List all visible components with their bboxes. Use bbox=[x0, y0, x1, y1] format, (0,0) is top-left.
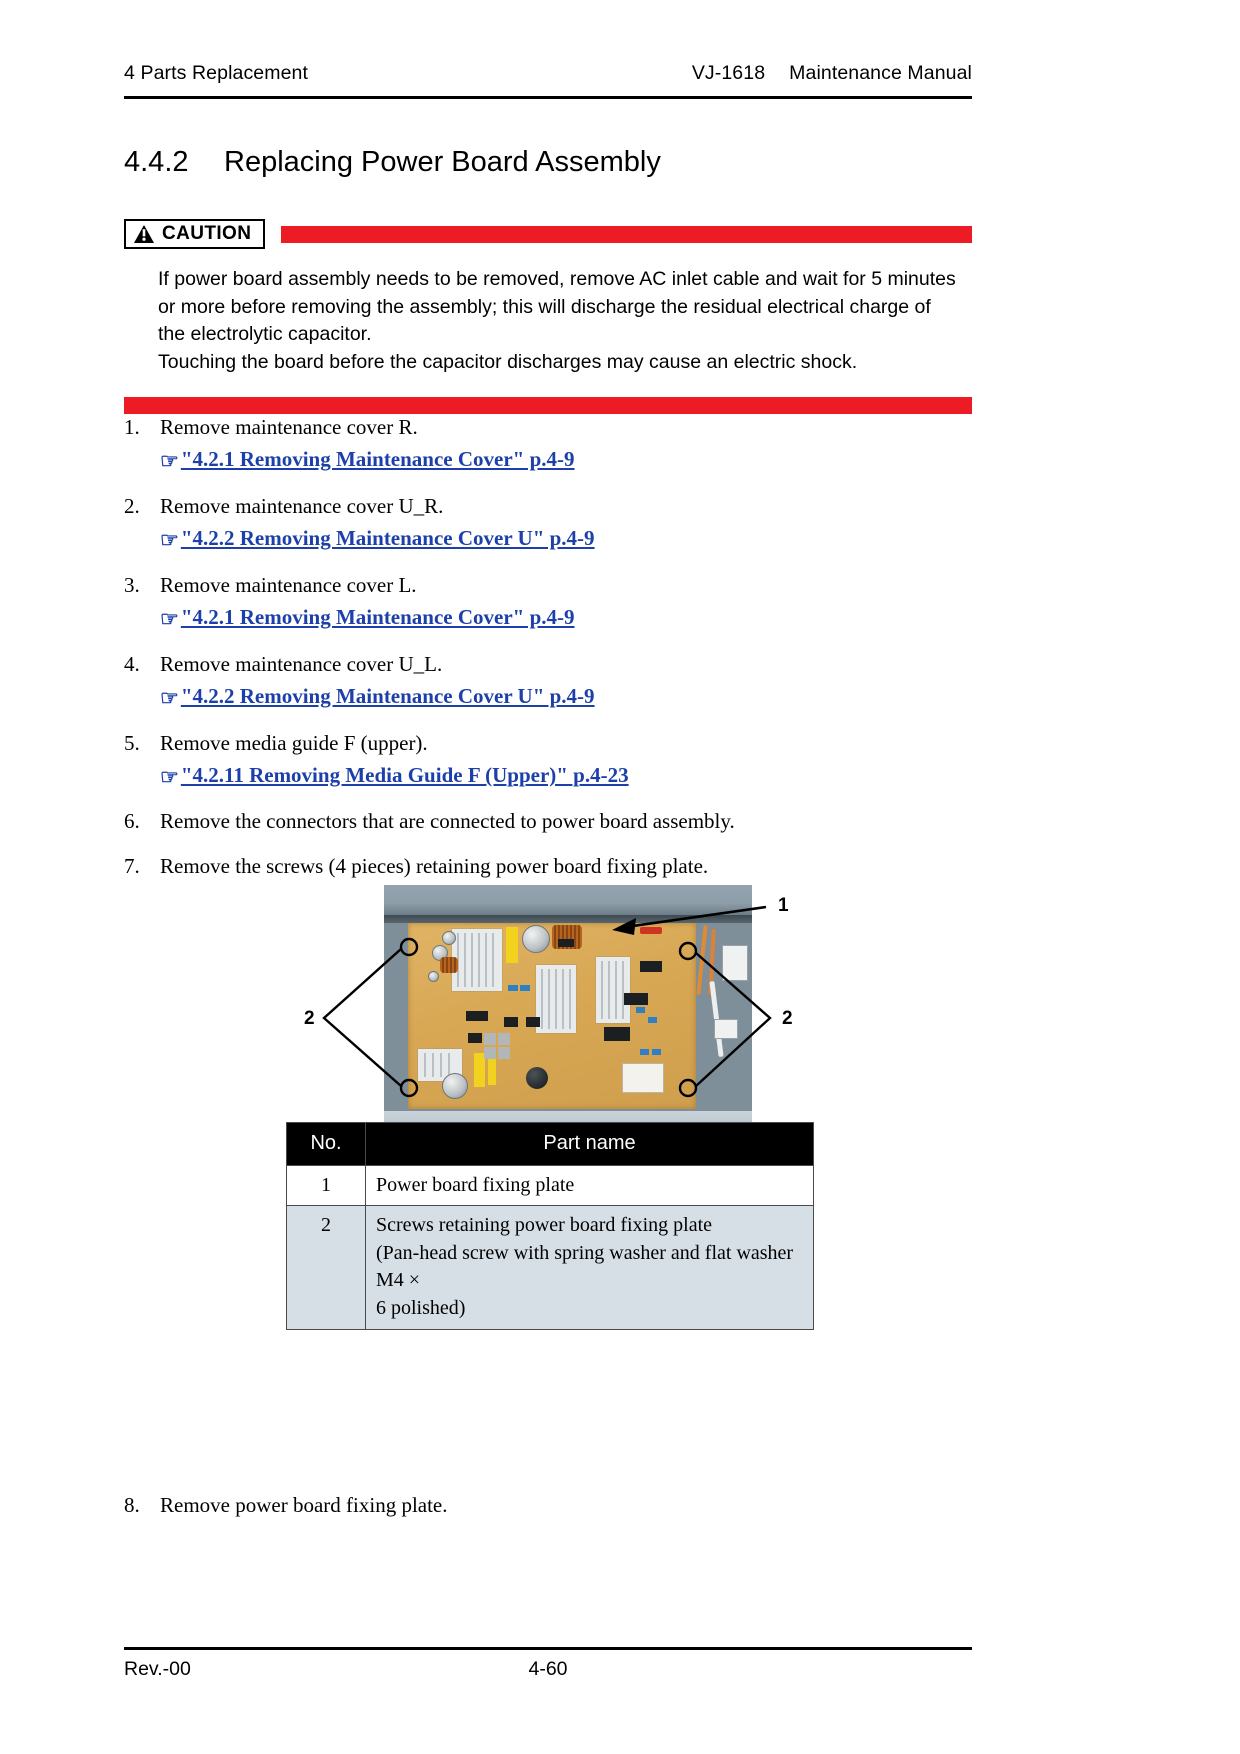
procedure-steps: 1. Remove maintenance cover R. ☞"4.2.1 R… bbox=[124, 412, 984, 895]
caution-badge: CAUTION bbox=[124, 219, 266, 249]
screw-marker-bottom-right bbox=[678, 1078, 698, 1098]
step-body: Remove media guide F (upper). ☞"4.2.11 R… bbox=[160, 728, 629, 793]
step-body: Remove the connectors that are connected… bbox=[160, 806, 735, 836]
caution-header: CAUTION bbox=[124, 218, 972, 250]
cross-reference-link[interactable]: ☞"4.2.11 Removing Media Guide F (Upper)"… bbox=[160, 760, 629, 792]
caution-block: CAUTION If power board assembly needs to… bbox=[124, 218, 972, 414]
step-body: Remove maintenance cover L. ☞"4.2.1 Remo… bbox=[160, 570, 575, 635]
header-model: VJ-1618 bbox=[691, 62, 766, 84]
step-number: 2. bbox=[124, 493, 140, 518]
step-text: Remove media guide F (upper). bbox=[160, 730, 428, 755]
cross-reference-link[interactable]: ☞"4.2.2 Removing Maintenance Cover U" p.… bbox=[160, 681, 595, 713]
part-name-line: (Pan-head screw with spring washer and f… bbox=[376, 1241, 794, 1292]
section-number: 4.4.2 bbox=[124, 146, 189, 178]
table-row: 1 Power board fixing plate bbox=[286, 1164, 814, 1207]
step-text: Remove the screws (4 pieces) retaining p… bbox=[160, 853, 709, 878]
step-number: 7. bbox=[124, 853, 140, 878]
table-row: 2 Screws retaining power board fixing pl… bbox=[286, 1205, 814, 1330]
cross-reference-link[interactable]: ☞"4.2.1 Removing Maintenance Cover" p.4-… bbox=[160, 602, 575, 634]
caution-label: CAUTION bbox=[162, 223, 252, 244]
cross-reference-text: "4.2.1 Removing Maintenance Cover" p.4-9 bbox=[180, 447, 575, 472]
caution-line-3: the electrolytic capacitor. bbox=[158, 323, 372, 346]
parts-table: No. Part name 1 Power board fixing plate… bbox=[286, 1122, 814, 1330]
step-number: 5. bbox=[124, 730, 140, 755]
cross-reference-text: "4.2.2 Removing Maintenance Cover U" p.4… bbox=[180, 526, 595, 551]
cell-no: 1 bbox=[286, 1164, 366, 1207]
caution-line-4: Touching the board before the capacitor … bbox=[158, 351, 858, 374]
manual-page: 4 Parts Replacement VJ-1618 Maintenance … bbox=[0, 0, 1240, 1754]
caution-line-1: If power board assembly needs to be remo… bbox=[158, 268, 956, 290]
part-name-line: Screws retaining power board fixing plat… bbox=[376, 1214, 713, 1237]
part-name-line: 6 polished) bbox=[376, 1296, 466, 1319]
list-item: 5. Remove media guide F (upper). ☞"4.2.1… bbox=[124, 728, 984, 793]
page-title: 4.4.2 Replacing Power Board Assembly bbox=[124, 146, 661, 179]
list-item: 6. Remove the connectors that are connec… bbox=[124, 806, 984, 836]
pointing-hand-icon: ☞ bbox=[160, 449, 179, 474]
pointing-hand-icon: ☞ bbox=[160, 764, 179, 789]
figure-callout-overlay bbox=[322, 905, 772, 1098]
warning-triangle-icon bbox=[134, 225, 154, 243]
header-divider bbox=[124, 96, 972, 99]
page-header: 4 Parts Replacement VJ-1618 Maintenance … bbox=[124, 62, 972, 85]
step-text: Remove the connectors that are connected… bbox=[160, 809, 735, 834]
callout-2-right-label: 2 bbox=[782, 1008, 793, 1029]
caution-top-bar bbox=[281, 225, 972, 243]
column-header-no: No. bbox=[286, 1122, 366, 1166]
header-doc-info: VJ-1618 Maintenance Manual bbox=[692, 62, 972, 85]
section-heading-text: Replacing Power Board Assembly bbox=[224, 146, 661, 178]
callout-1-label: 1 bbox=[778, 895, 789, 916]
step-body: Remove the screws (4 pieces) retaining p… bbox=[160, 851, 708, 881]
cross-reference-text: "4.2.1 Removing Maintenance Cover" p.4-9 bbox=[180, 605, 575, 630]
caution-line-2: or more before removing the assembly; th… bbox=[158, 295, 931, 318]
cross-reference-link[interactable]: ☞"4.2.1 Removing Maintenance Cover" p.4-… bbox=[160, 444, 575, 476]
list-item: 1. Remove maintenance cover R. ☞"4.2.1 R… bbox=[124, 412, 984, 477]
cell-no: 2 bbox=[286, 1205, 366, 1330]
list-item: 2. Remove maintenance cover U_R. ☞"4.2.2… bbox=[124, 491, 984, 556]
step-number: 8. bbox=[124, 1493, 140, 1517]
step-text: Remove power board fixing plate. bbox=[160, 1493, 448, 1517]
step-body: Remove maintenance cover U_R. ☞"4.2.2 Re… bbox=[160, 491, 595, 556]
header-section-label: 4 Parts Replacement bbox=[124, 62, 308, 84]
cross-reference-link[interactable]: ☞"4.2.2 Removing Maintenance Cover U" p.… bbox=[160, 523, 595, 555]
step-text: Remove maintenance cover U_R. bbox=[160, 493, 444, 518]
caution-body: If power board assembly needs to be remo… bbox=[158, 266, 958, 377]
arrowhead-callout-1 bbox=[612, 918, 636, 935]
pointing-hand-icon: ☞ bbox=[160, 607, 179, 632]
part-name-line: Power board fixing plate bbox=[376, 1173, 575, 1196]
step-body: Remove maintenance cover R. ☞"4.2.1 Remo… bbox=[160, 412, 575, 477]
leader-line-callout-1 bbox=[625, 905, 767, 929]
step-number: 3. bbox=[124, 572, 140, 597]
step-number: 1. bbox=[124, 415, 140, 439]
cross-reference-text: "4.2.2 Removing Maintenance Cover U" p.4… bbox=[180, 684, 595, 709]
list-item: 4. Remove maintenance cover U_L. ☞"4.2.2… bbox=[124, 649, 984, 714]
pointing-hand-icon: ☞ bbox=[160, 686, 179, 711]
header-doc-type: Maintenance Manual bbox=[789, 62, 972, 84]
step-text: Remove maintenance cover L. bbox=[160, 572, 417, 597]
cell-part-name: Power board fixing plate bbox=[365, 1164, 814, 1207]
callout-2-left-label: 2 bbox=[304, 1008, 315, 1029]
pointing-hand-icon: ☞ bbox=[160, 528, 179, 553]
footer-divider bbox=[124, 1647, 972, 1650]
screw-marker-top-right bbox=[678, 941, 698, 961]
column-header-part-name: Part name bbox=[365, 1122, 814, 1166]
leader-line-right bbox=[695, 952, 772, 1087]
step-number: 4. bbox=[124, 651, 140, 676]
screw-marker-bottom-left bbox=[399, 1078, 419, 1098]
step-number: 6. bbox=[124, 809, 140, 834]
screw-marker-top-left bbox=[399, 937, 419, 957]
leader-line-left bbox=[322, 948, 402, 1087]
cell-part-name: Screws retaining power board fixing plat… bbox=[365, 1205, 814, 1330]
list-item: 3. Remove maintenance cover L. ☞"4.2.1 R… bbox=[124, 570, 984, 635]
page-number: 4-60 bbox=[528, 1658, 568, 1680]
step-text: Remove maintenance cover U_L. bbox=[160, 651, 443, 676]
table-header-row: No. Part name bbox=[286, 1122, 814, 1166]
list-item: 7. Remove the screws (4 pieces) retainin… bbox=[124, 851, 984, 881]
cross-reference-text: "4.2.11 Removing Media Guide F (Upper)" … bbox=[180, 762, 629, 787]
list-item: 8. Remove power board fixing plate. bbox=[124, 1490, 944, 1520]
step-text: Remove maintenance cover R. bbox=[160, 415, 418, 439]
step-body: Remove maintenance cover U_L. ☞"4.2.2 Re… bbox=[160, 649, 595, 714]
power-board-figure: 1 2 2 bbox=[296, 885, 956, 1173]
